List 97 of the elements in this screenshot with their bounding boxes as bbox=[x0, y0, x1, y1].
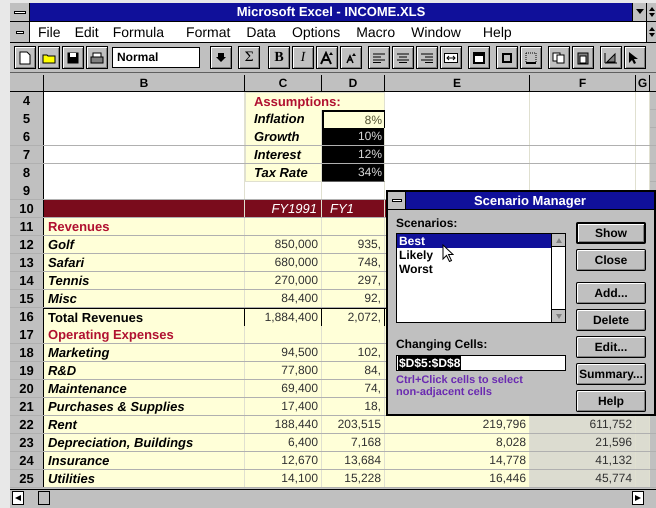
menu-item[interactable]: Options bbox=[292, 22, 340, 42]
table-cell: 850,000 bbox=[245, 236, 322, 253]
table-cell: Marketing bbox=[44, 344, 245, 361]
dialog-button[interactable]: Summary... bbox=[576, 363, 646, 385]
table-cell: Golf bbox=[44, 236, 245, 253]
table-cell: 7,168 bbox=[322, 434, 385, 451]
dialog-title: Scenario Manager bbox=[473, 192, 587, 210]
table-cell: 935, bbox=[322, 236, 385, 253]
toolbar-button[interactable]: B bbox=[268, 46, 290, 69]
toolbar-button[interactable]: Σ bbox=[238, 46, 260, 69]
table-cell: 297, bbox=[322, 272, 385, 289]
column-header[interactable]: F bbox=[530, 75, 636, 91]
table-cell: 94,500 bbox=[245, 344, 322, 361]
menu-item[interactable]: Window bbox=[411, 22, 461, 42]
table-cell: 680,000 bbox=[245, 254, 322, 271]
table-cell: 21,596 bbox=[530, 434, 636, 451]
table-cell: R&D bbox=[44, 362, 245, 379]
table-cell: 14,100 bbox=[245, 470, 322, 487]
table-cell: Operating Expenses bbox=[44, 326, 245, 343]
list-item[interactable]: Likely bbox=[397, 248, 551, 262]
dialog-button[interactable]: Help bbox=[576, 390, 646, 412]
table-cell: Interest bbox=[245, 146, 322, 163]
table-cell: 84, bbox=[322, 362, 385, 379]
menu-item[interactable]: Formula bbox=[112, 22, 164, 42]
column-header[interactable]: B bbox=[44, 75, 245, 91]
table-cell: Revenues bbox=[44, 218, 245, 235]
table-cell: Maintenance bbox=[44, 380, 245, 397]
table-cell: 12% bbox=[322, 146, 385, 163]
dialog-button[interactable]: Add... bbox=[576, 282, 646, 304]
table-cell: 13,684 bbox=[322, 452, 385, 469]
table-cell: 77,800 bbox=[245, 362, 322, 379]
table-cell: 45,774 bbox=[530, 470, 636, 487]
dialog-button[interactable]: Show bbox=[576, 222, 646, 244]
table-cell: 219,796 bbox=[385, 416, 530, 433]
table-cell: FY1991 bbox=[245, 200, 322, 217]
table-cell: 611,752 bbox=[530, 416, 636, 433]
dialog-button[interactable]: Edit... bbox=[576, 336, 646, 358]
menu-item[interactable]: File bbox=[38, 22, 61, 42]
menu-item[interactable]: Edit bbox=[74, 22, 99, 42]
menu-item[interactable]: Data bbox=[246, 22, 276, 42]
table-cell: Depreciation, Buildings bbox=[44, 434, 245, 451]
table-cell: Purchases & Supplies bbox=[44, 398, 245, 415]
table-cell: 12,670 bbox=[245, 452, 322, 469]
table-cell: 74, bbox=[322, 380, 385, 397]
table-cell: 8,028 bbox=[385, 434, 530, 451]
row-header[interactable]: 8 bbox=[10, 164, 44, 182]
table-cell: 102, bbox=[322, 344, 385, 361]
selected-text: $D$5:$D$8 bbox=[398, 356, 462, 370]
changing-cells-field[interactable]: $D$5:$D$8 bbox=[396, 355, 566, 371]
row-header[interactable]: 16 bbox=[10, 308, 44, 327]
table-cell: Growth bbox=[245, 128, 322, 145]
row-header[interactable]: 4 bbox=[10, 92, 44, 110]
table-cell: 69,400 bbox=[245, 380, 322, 397]
table-cell: 2,072, bbox=[322, 308, 385, 327]
dialog-button[interactable]: Delete bbox=[576, 309, 646, 331]
window-title: Microsoft Excel - INCOME.XLS bbox=[236, 3, 426, 22]
table-cell: 92, bbox=[322, 290, 385, 307]
list-item[interactable]: Best bbox=[397, 234, 551, 248]
table-cell: 41,132 bbox=[530, 452, 636, 469]
column-header[interactable]: E bbox=[385, 75, 530, 91]
table-cell: Safari bbox=[44, 254, 245, 271]
list-item[interactable]: Worst bbox=[397, 262, 551, 276]
table-cell: Total Revenues bbox=[44, 308, 245, 327]
table-cell: 188,440 bbox=[245, 416, 322, 433]
table-cell: 748, bbox=[322, 254, 385, 271]
table-cell: 34% bbox=[322, 164, 385, 182]
table-cell: 10% bbox=[322, 128, 385, 145]
table-cell: FY1 bbox=[322, 200, 385, 217]
dialog-button[interactable]: Close bbox=[576, 249, 646, 271]
table-cell: 6,400 bbox=[245, 434, 322, 451]
column-header[interactable]: G bbox=[636, 75, 650, 91]
table-cell: Misc bbox=[44, 290, 245, 307]
table-cell: 1,884,400 bbox=[245, 308, 322, 327]
menu-item[interactable]: Format bbox=[186, 22, 230, 42]
list-label: Scenarios: bbox=[396, 215, 458, 232]
table-cell: 16,446 bbox=[385, 470, 530, 487]
hint-text: Ctrl+Click cells to select non-adjacent cells bbox=[396, 374, 524, 398]
table-cell: Tennis bbox=[44, 272, 245, 289]
table-cell: 15,228 bbox=[322, 470, 385, 487]
menu-item[interactable]: Help bbox=[482, 22, 512, 42]
table-cell: 17,400 bbox=[245, 398, 322, 415]
column-header[interactable]: C bbox=[245, 75, 322, 91]
table-cell: Tax Rate bbox=[245, 164, 322, 182]
toolbar-button[interactable]: I bbox=[292, 46, 314, 69]
style-field[interactable]: Normal bbox=[112, 47, 200, 68]
table-cell: Insurance bbox=[44, 452, 245, 469]
column-header[interactable]: D bbox=[322, 75, 385, 91]
field-label: Changing Cells: bbox=[396, 336, 488, 353]
table-cell: 203,515 bbox=[322, 416, 385, 433]
table-cell: 270,000 bbox=[245, 272, 322, 289]
table-cell: Rent bbox=[44, 416, 245, 433]
table-cell: 18, bbox=[322, 398, 385, 415]
menu-item[interactable]: Macro bbox=[356, 22, 396, 42]
table-cell: Assumptions: bbox=[245, 92, 385, 110]
table-cell: 84,400 bbox=[245, 290, 322, 307]
table-cell: 14,778 bbox=[385, 452, 530, 469]
table-cell: Utilities bbox=[44, 470, 245, 487]
